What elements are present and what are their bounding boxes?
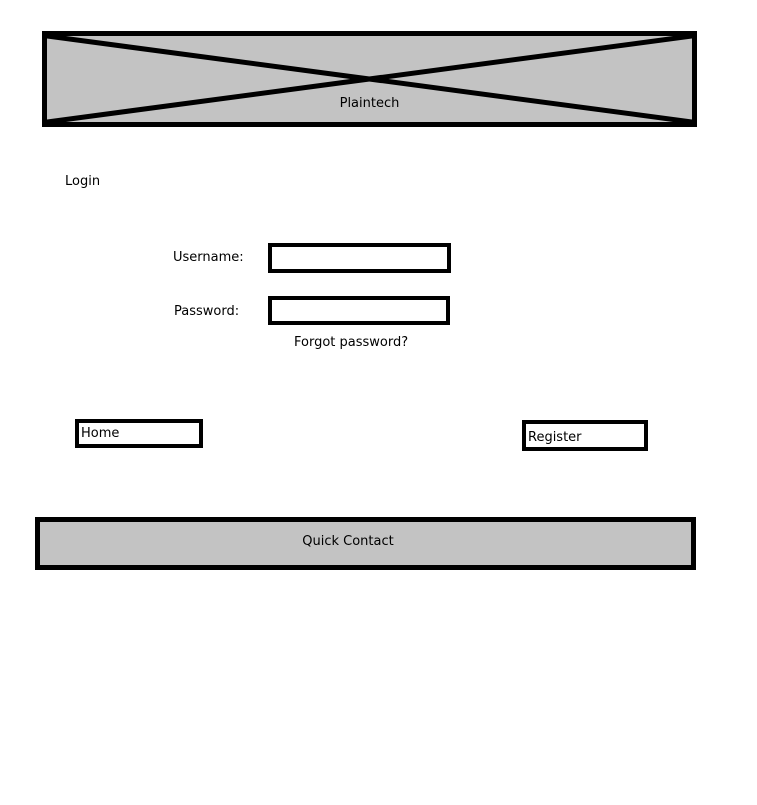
home-button[interactable]: Home bbox=[75, 419, 203, 448]
banner-image-placeholder: Plaintech bbox=[42, 31, 697, 127]
page-title: Login bbox=[65, 174, 101, 189]
username-label: Username: bbox=[173, 250, 244, 265]
quick-contact-label: Quick Contact bbox=[302, 534, 394, 549]
password-input[interactable] bbox=[268, 296, 450, 325]
username-input[interactable] bbox=[268, 243, 451, 273]
password-label: Password: bbox=[174, 304, 240, 319]
register-button[interactable]: Register bbox=[522, 420, 648, 451]
forgot-password-link[interactable]: Forgot password? bbox=[294, 335, 408, 351]
site-title: Plaintech bbox=[339, 96, 400, 111]
quick-contact-bar[interactable]: Quick Contact bbox=[35, 517, 696, 570]
